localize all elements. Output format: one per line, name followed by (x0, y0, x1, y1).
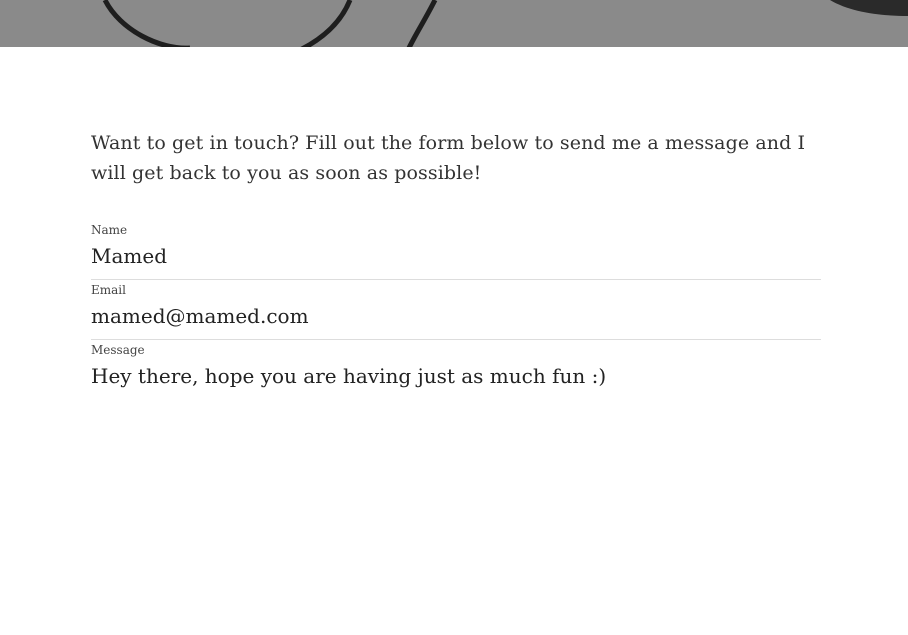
message-label: Message (91, 343, 145, 357)
email-input[interactable] (91, 301, 821, 331)
header-background-image (0, 0, 908, 47)
name-label: Name (91, 223, 128, 237)
intro-text: Want to get in touch? Fill out the form … (91, 132, 806, 184)
contact-form: Name Email Message Hey there, hope you a… (91, 220, 821, 421)
name-field-group: Name (91, 220, 821, 280)
contact-section: Want to get in touch? Fill out the form … (91, 128, 821, 421)
message-textarea[interactable]: Hey there, hope you are having just as m… (91, 361, 821, 421)
name-input[interactable] (91, 241, 821, 271)
email-label: Email (91, 283, 126, 297)
message-field-group: Message Hey there, hope you are having j… (91, 340, 821, 421)
email-field-group: Email (91, 280, 821, 340)
cable-photo (102, 0, 908, 47)
